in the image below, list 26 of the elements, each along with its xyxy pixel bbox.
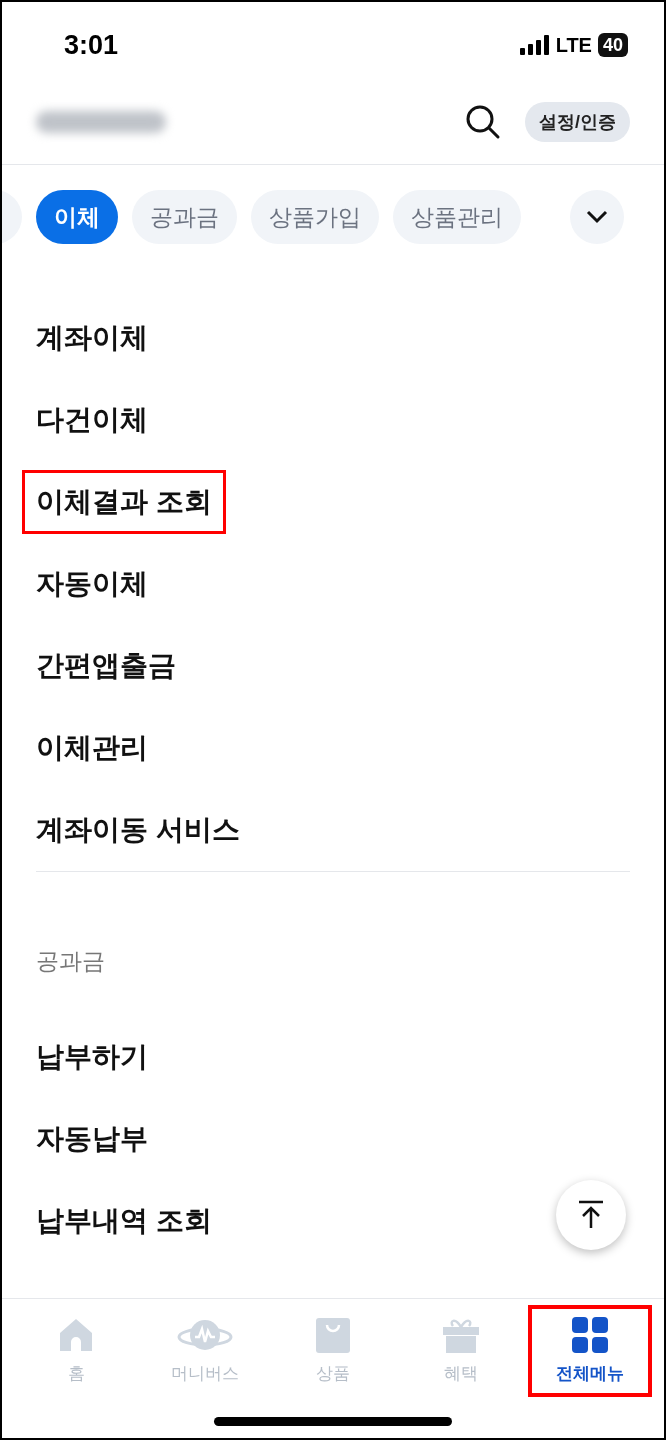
- category-tab[interactable]: 상품관리: [393, 190, 521, 244]
- menu-item[interactable]: 계좌이동 서비스: [36, 809, 240, 851]
- settings-button[interactable]: 설정/인증: [525, 102, 630, 142]
- menu-item[interactable]: 자동이체: [36, 563, 148, 605]
- category-tab[interactable]: 상품가입: [251, 190, 379, 244]
- arrow-up-icon: [576, 1200, 606, 1230]
- category-tab[interactable]: 공과금: [132, 190, 237, 244]
- section-title: 공과금: [36, 947, 105, 976]
- search-icon[interactable]: [465, 104, 501, 140]
- battery-indicator: 40: [597, 33, 628, 57]
- menu-item[interactable]: 납부하기: [36, 1036, 148, 1078]
- scroll-to-top-button[interactable]: [556, 1180, 626, 1250]
- chevron-down-icon[interactable]: [586, 210, 608, 224]
- menu-item[interactable]: 이체관리: [36, 727, 148, 769]
- menu-item[interactable]: 이체결과 조회: [22, 470, 226, 534]
- grid-icon: [569, 1315, 610, 1355]
- status-time: 3:01: [64, 28, 119, 62]
- menu-item[interactable]: 자동납부: [36, 1118, 148, 1160]
- menu-item[interactable]: 다건이체: [36, 399, 148, 441]
- menu-item[interactable]: 납부내역 조회: [36, 1200, 212, 1242]
- nav-tab[interactable]: 전체메뉴: [527, 1305, 652, 1397]
- menu-item[interactable]: 간편앱출금: [36, 645, 176, 687]
- network-label: LTE: [555, 33, 592, 58]
- signal-icon: [519, 35, 550, 55]
- menu-item[interactable]: 계좌이체: [36, 317, 148, 359]
- category-tab[interactable]: 이체: [36, 190, 118, 244]
